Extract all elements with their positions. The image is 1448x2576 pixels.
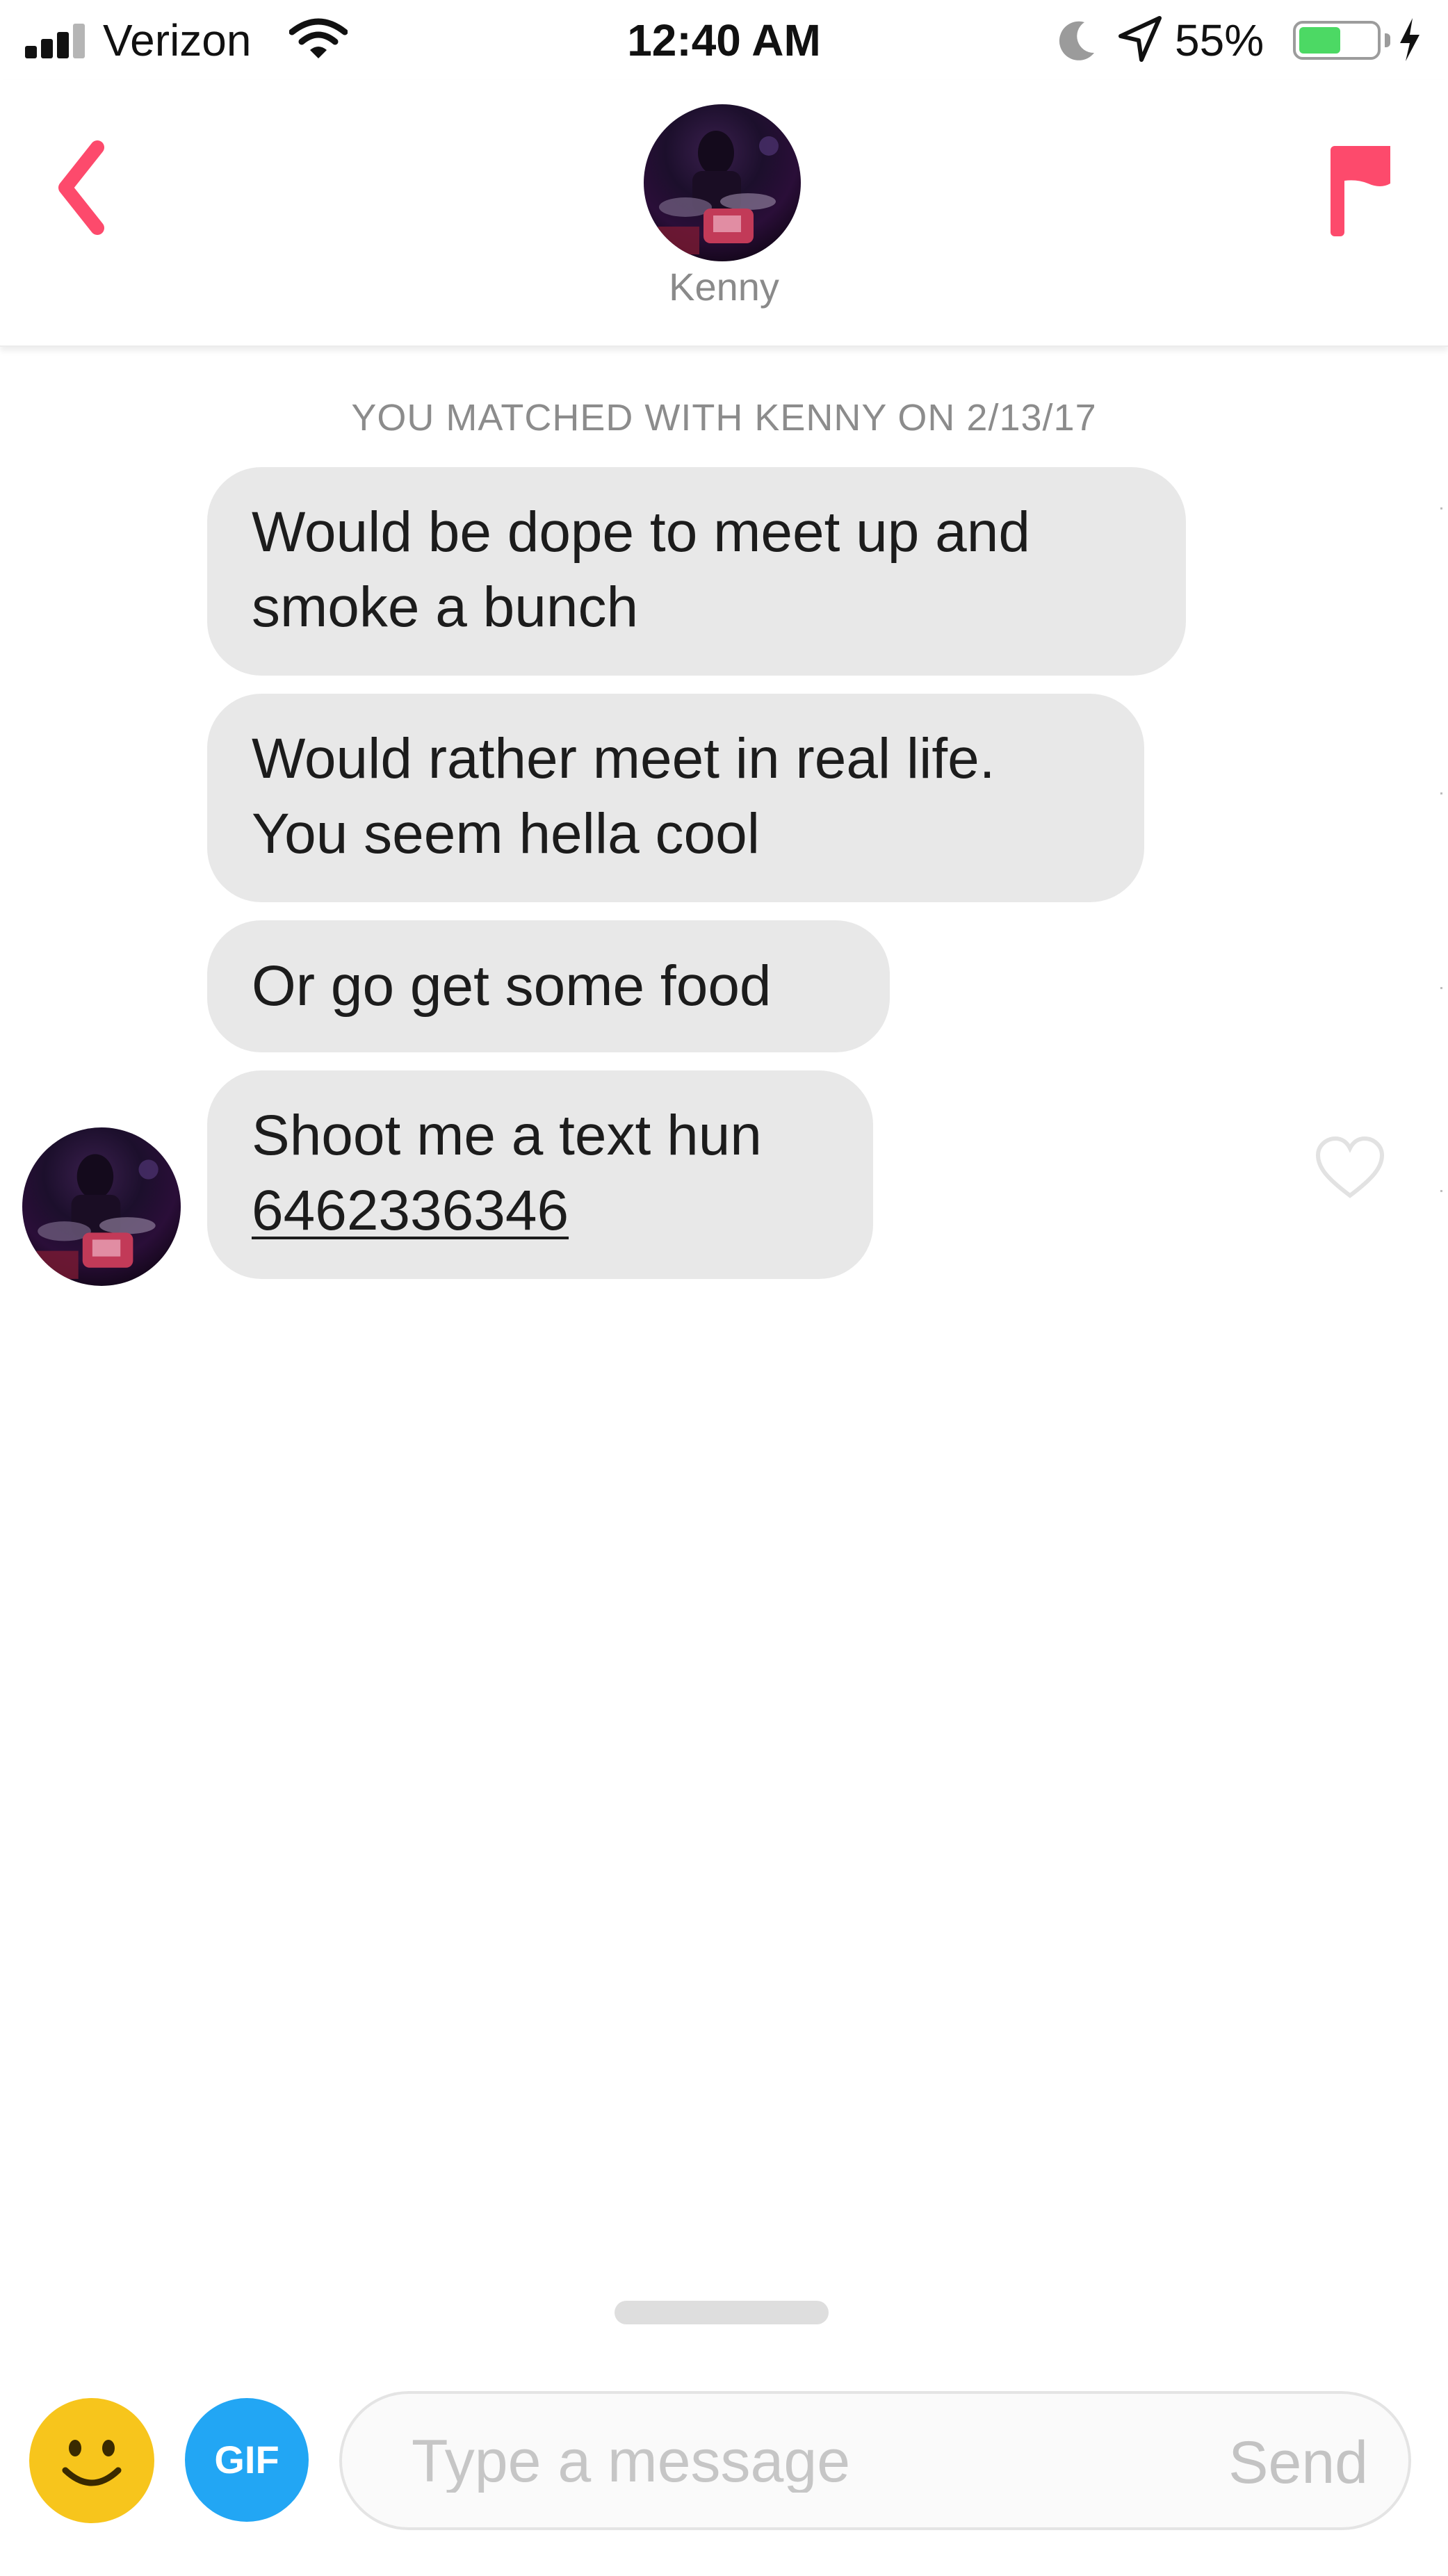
moon-icon [1059,21,1094,60]
match-notice: YOU MATCHED WITH KENNY ON 2/13/17 [351,397,1097,439]
message-line: You seem hella cool [252,802,760,865]
contact-avatar[interactable] [644,104,801,261]
flag-icon [1331,146,1390,236]
like-heart-button[interactable] [1314,1134,1386,1201]
sender-avatar[interactable] [22,1127,181,1286]
battery-tip [1385,33,1390,47]
message-input[interactable] [412,2430,1134,2493]
timestamp-peek [1440,1190,1442,1192]
message-line: Or go get some food [252,954,772,1018]
message-bubble[interactable]: Would rather meet in real life. You seem… [207,694,1144,902]
charging-icon [1400,18,1419,61]
message-bubble[interactable]: Would be dope to meet up and smoke a bun… [207,467,1186,676]
battery-icon [1293,21,1381,60]
avatar-photo [36,1154,158,1279]
emoji-button[interactable] [29,2398,154,2523]
drag-handle[interactable] [615,2301,829,2324]
heart-icon [1315,1136,1385,1198]
phone-number-link[interactable]: 6462336346 [252,1173,829,1248]
timestamp-peek [1440,987,1442,989]
battery-level-fill [1299,27,1340,54]
contact-name: Kenny [669,265,779,309]
gif-button[interactable]: GIF [185,2398,309,2522]
smiley-icon [62,2440,122,2486]
avatar-photo [658,131,779,254]
message-line: Shoot me a text hun [252,1104,762,1167]
message-line: Would rather meet in real life. [252,727,995,790]
message-line: Would be dope to meet up and [252,500,1030,564]
location-icon [1118,16,1162,62]
status-bar: Verizon 12:40 AM 55% [0,0,1448,80]
chevron-left-icon [58,140,104,235]
timestamp-peek [1440,507,1442,510]
back-button[interactable] [49,139,125,236]
message-bubble[interactable]: Shoot me a text hun 6462336346 [207,1070,873,1279]
battery-percent: 55% [1175,15,1264,65]
message-bubble[interactable]: Or go get some food [207,920,890,1052]
message-composer: Send [339,2391,1411,2530]
send-button[interactable]: Send [1228,2429,1368,2497]
report-flag-button[interactable] [1321,139,1397,243]
message-line: smoke a bunch [252,576,639,639]
timestamp-peek [1440,792,1442,794]
